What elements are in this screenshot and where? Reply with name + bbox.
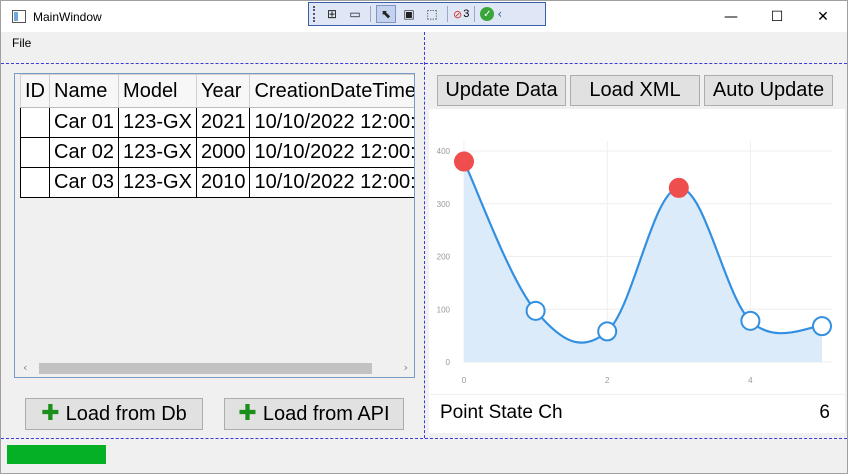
cell-id[interactable] — [20, 137, 50, 168]
point-state-label: Point State Ch — [440, 402, 563, 423]
track-focus-icon[interactable]: ⬚ — [422, 5, 442, 23]
data-point[interactable] — [525, 300, 546, 321]
load-from-db-button[interactable]: ✚ Load from Db — [25, 398, 203, 430]
y-tick-label: 400 — [437, 147, 451, 156]
load-from-db-label: Load from Db — [65, 402, 187, 425]
x-tick-label: 4 — [748, 376, 753, 385]
display-adorners-icon[interactable]: ▣ — [399, 5, 419, 23]
cell-name[interactable]: Car 03 — [48, 167, 120, 198]
column-header-year[interactable]: Year — [195, 74, 251, 108]
data-point[interactable] — [597, 321, 618, 342]
status-bar — [1, 439, 847, 473]
cell-created[interactable]: 10/10/2022 12:00:00 — [249, 137, 414, 168]
maximize-icon: ☐ — [770, 8, 784, 25]
toolbar-grip[interactable] — [313, 6, 317, 22]
line-chart[interactable]: 0 100 200 300 400 0 2 4 — [429, 109, 845, 394]
close-button[interactable]: ✕ — [800, 1, 846, 32]
auto-update-button[interactable]: Auto Update — [704, 75, 833, 106]
y-tick-label: 0 — [446, 358, 451, 367]
y-tick-label: 300 — [437, 200, 451, 209]
data-point-highlighted[interactable] — [668, 177, 689, 198]
cell-year[interactable]: 2021 — [195, 107, 251, 138]
cell-id[interactable] — [20, 107, 50, 138]
hot-reload-ok-icon[interactable]: ✓ — [480, 7, 495, 21]
window-title: MainWindow — [33, 10, 102, 24]
grid-guide-top — [1, 63, 847, 64]
cell-created[interactable]: 10/10/2022 12:00:00 — [249, 107, 414, 138]
plus-icon: ✚ — [41, 401, 60, 426]
cell-name[interactable]: Car 01 — [48, 107, 120, 138]
update-data-button[interactable]: Update Data — [437, 75, 566, 106]
scroll-left-icon[interactable]: ‹ — [23, 361, 27, 374]
data-point[interactable] — [740, 310, 761, 331]
grid-header-row: ID Name Model Year CreationDateTime — [20, 74, 414, 108]
minimize-icon: — — [724, 8, 738, 25]
scrollbar-thumb[interactable] — [39, 363, 372, 374]
cars-data-grid[interactable]: ID Name Model Year CreationDateTime Car … — [14, 73, 415, 378]
binding-failures-count: 3 — [463, 8, 470, 20]
chart-svg: 0 100 200 300 400 0 2 4 — [437, 141, 832, 385]
app-icon — [12, 10, 26, 23]
cell-year[interactable]: 2000 — [195, 137, 251, 168]
x-tick-label: 2 — [605, 376, 610, 385]
cell-id[interactable] — [20, 167, 50, 198]
load-from-api-button[interactable]: ✚ Load from API — [224, 398, 404, 430]
maximize-button[interactable]: ☐ — [754, 1, 800, 32]
live-visual-tree-icon[interactable]: ⊞ — [322, 5, 342, 23]
cell-name[interactable]: Car 02 — [48, 137, 120, 168]
menu-file[interactable]: File — [12, 36, 31, 50]
xaml-debug-toolbar: ⊞ ▭ ⬉ ▣ ⬚ ⊘ 3 ✓ ‹ — [308, 2, 546, 26]
plus-icon: ✚ — [238, 401, 257, 426]
table-row[interactable]: Car 02 123-GX 2000 10/10/2022 12:00:00 — [20, 137, 414, 168]
camera-icon[interactable]: ▭ — [345, 5, 365, 23]
collapse-toolbar-icon[interactable]: ‹ — [497, 7, 502, 21]
close-icon: ✕ — [817, 8, 829, 25]
title-bar: MainWindow ⊞ ▭ ⬉ ▣ ⬚ ⊘ 3 ✓ ‹ — ☐ ✕ — [1, 1, 847, 32]
grid-guide-vertical — [424, 32, 425, 473]
data-point-highlighted[interactable] — [454, 151, 474, 172]
column-header-model[interactable]: Model — [118, 74, 197, 108]
cell-created[interactable]: 10/10/2022 12:00:00 — [249, 167, 414, 198]
grid-horizontal-scrollbar[interactable]: ‹ › — [15, 360, 414, 377]
x-tick-label: 0 — [462, 376, 467, 385]
select-element-icon[interactable]: ⬉ — [376, 5, 396, 23]
y-tick-label: 200 — [437, 253, 451, 262]
cell-model[interactable]: 123-GX — [118, 137, 197, 168]
main-window: MainWindow ⊞ ▭ ⬉ ▣ ⬚ ⊘ 3 ✓ ‹ — ☐ ✕ File … — [0, 0, 848, 474]
table-row[interactable]: Car 03 123-GX 2010 10/10/2022 12:00:00 — [20, 167, 414, 198]
progress-bar — [7, 445, 106, 464]
load-from-api-label: Load from API — [262, 402, 390, 425]
point-state-value: 6 — [819, 402, 830, 423]
cell-model[interactable]: 123-GX — [118, 167, 197, 198]
column-header-id[interactable]: ID — [20, 74, 50, 108]
load-xml-button[interactable]: Load XML — [570, 75, 700, 106]
minimize-button[interactable]: — — [708, 1, 754, 32]
scroll-right-icon[interactable]: › — [404, 361, 408, 374]
table-row[interactable]: Car 01 123-GX 2021 10/10/2022 12:00:00 — [20, 107, 414, 138]
binding-failures-icon: ⊘ — [453, 7, 463, 21]
y-tick-label: 100 — [437, 305, 451, 314]
data-point[interactable] — [812, 316, 832, 337]
column-header-creation[interactable]: CreationDateTime — [249, 74, 414, 108]
chart-footer: Point State Ch 6 — [429, 395, 845, 433]
column-header-name[interactable]: Name — [48, 74, 120, 108]
cell-year[interactable]: 2010 — [195, 167, 251, 198]
cell-model[interactable]: 123-GX — [118, 107, 197, 138]
binding-failures[interactable]: ⊘ 3 — [453, 8, 469, 21]
